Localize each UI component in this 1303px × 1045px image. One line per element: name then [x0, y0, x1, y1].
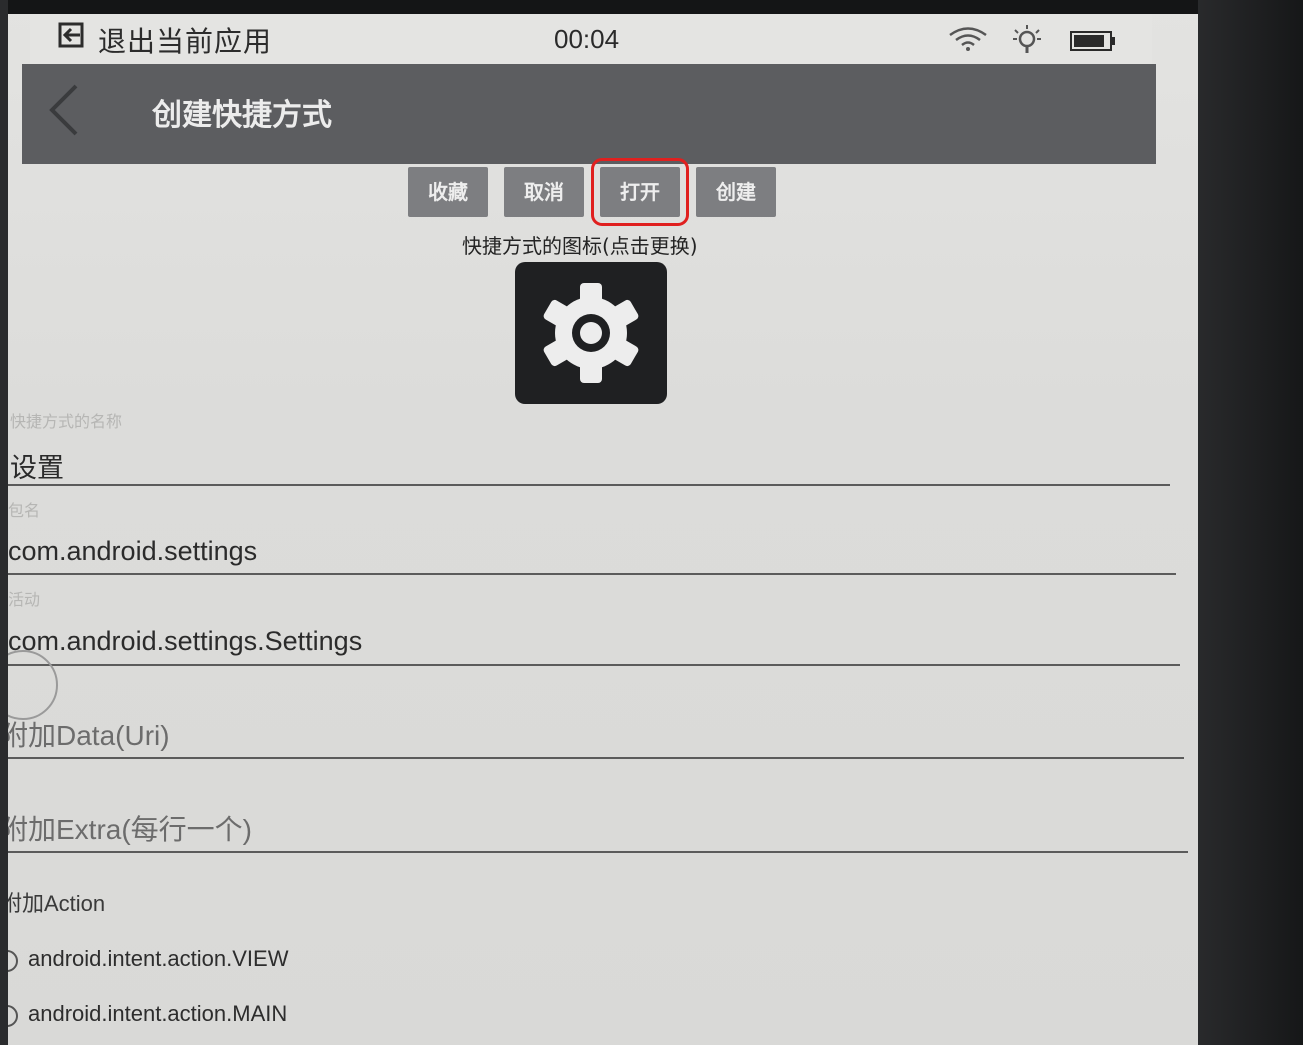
radio-button[interactable] — [8, 1005, 18, 1027]
divider — [8, 757, 1184, 759]
divider — [8, 664, 1180, 666]
page-title: 创建快捷方式 — [152, 98, 332, 133]
open-button[interactable]: 打开 — [591, 158, 689, 226]
battery-icon — [1070, 31, 1115, 51]
create-button[interactable]: 创建 — [696, 167, 776, 217]
exit-app-icon[interactable] — [58, 22, 86, 48]
settings-gear-icon — [543, 283, 639, 383]
action-option[interactable]: android.intent.action.VIEW — [8, 944, 1198, 984]
shortcut-icon-picker[interactable] — [515, 262, 667, 404]
action-option-label: android.intent.action.MAIN — [28, 1001, 288, 1026]
favorite-button[interactable]: 收藏 — [408, 167, 488, 217]
divider — [8, 573, 1176, 575]
divider — [8, 851, 1188, 853]
action-section-label: 附加Action — [8, 891, 106, 916]
touch-indicator — [8, 650, 58, 720]
action-option[interactable]: android.intent.action.MAIN — [8, 999, 1198, 1039]
frontlight-icon[interactable] — [1012, 24, 1042, 56]
icon-caption: 快捷方式的图标(点击更换) — [462, 234, 698, 258]
activity-label: 活动 — [8, 590, 41, 609]
data-uri-field[interactable]: 附加Data(Uri) — [8, 714, 170, 754]
device-bezel-right — [1180, 0, 1303, 1045]
shortcut-name-field[interactable]: 设置 — [10, 446, 64, 485]
screen-top-edge — [8, 0, 1198, 14]
extra-field[interactable]: 附加Extra(每行一个) — [8, 808, 252, 848]
package-field[interactable]: com.android.settings — [8, 536, 257, 567]
action-option-label: android.intent.action.VIEW — [28, 946, 289, 971]
status-bar: 退出当前应用 00:04 — [30, 14, 1152, 64]
device-screen: 退出当前应用 00:04 创建快捷方式 收藏 取消 打开 创建 快捷方式的图标(… — [8, 0, 1198, 1045]
status-clock: 00:04 — [554, 24, 620, 54]
shortcut-name-label: 快捷方式的名称 — [10, 412, 123, 431]
back-arrow-icon[interactable] — [44, 82, 84, 138]
wifi-icon — [949, 27, 987, 51]
divider — [8, 484, 1170, 486]
activity-field[interactable]: com.android.settings.Settings — [8, 626, 362, 657]
exit-app-label[interactable]: 退出当前应用 — [98, 20, 272, 60]
radio-button[interactable] — [8, 950, 18, 972]
app-bar: 创建快捷方式 — [22, 64, 1156, 164]
cancel-button[interactable]: 取消 — [504, 167, 584, 217]
package-label: 包名 — [8, 501, 41, 520]
